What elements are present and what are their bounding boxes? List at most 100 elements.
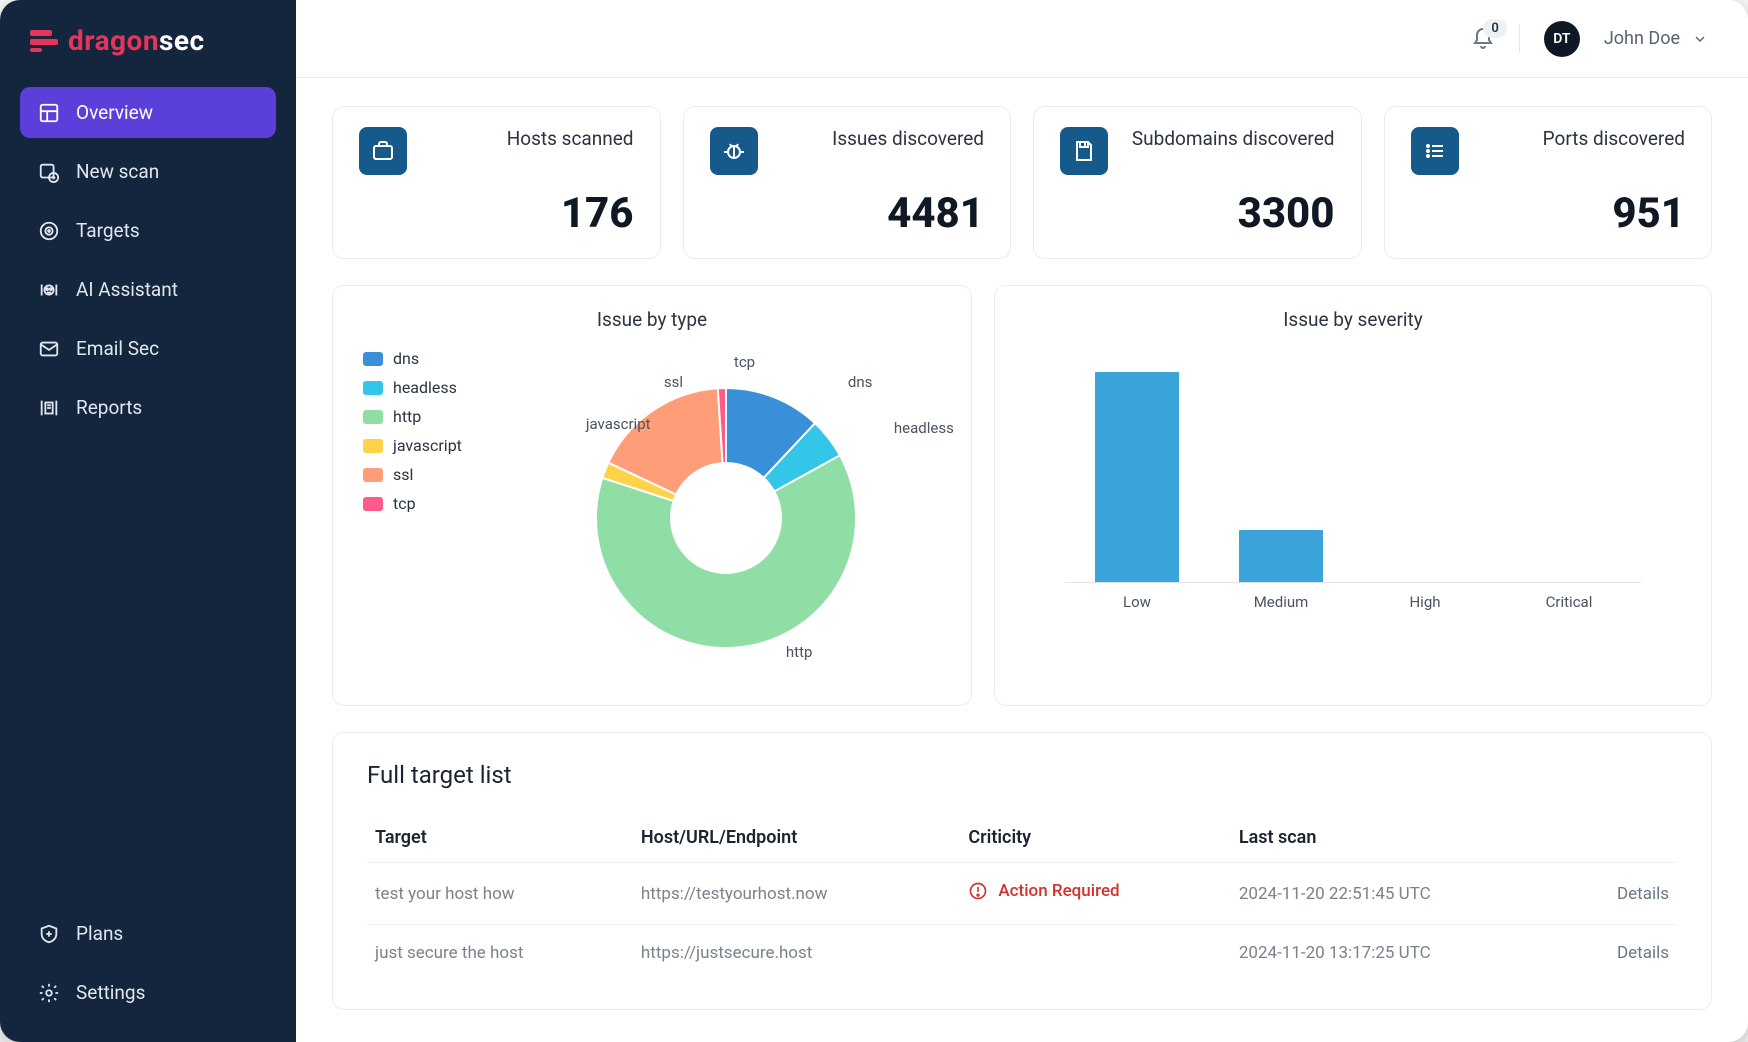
swatch-icon [363,381,383,395]
sidebar-item-targets[interactable]: Targets [20,205,276,256]
cell-host: https://justsecure.host [633,925,960,982]
stat-cards: Hosts scanned 176 Issues discovered 4481… [332,106,1712,259]
cell-target: test your host how [367,863,633,925]
bar-label: Critical [1527,593,1611,611]
settings-icon [38,982,60,1004]
bar-label: Low [1095,593,1179,611]
plans-icon [38,923,60,945]
legend-item: javascript [363,436,462,455]
stat-value: 3300 [1060,189,1335,238]
save-icon [1060,127,1108,175]
panel-title: Issue by type [363,308,941,331]
stat-card-hosts: Hosts scanned 176 [332,106,661,259]
sidebar-item-label: AI Assistant [76,278,178,301]
overview-icon [38,102,60,124]
sidebar-item-label: Settings [76,981,145,1004]
sidebar-item-label: New scan [76,160,159,183]
targets-table-panel: Full target list Target Host/URL/Endpoin… [332,732,1712,1010]
stat-card-ports: Ports discovered 951 [1384,106,1713,259]
stat-label: Hosts scanned [507,127,634,150]
sidebar-item-email-sec[interactable]: Email Sec [20,323,276,374]
primary-nav: Overview New scan Targets AI Assistant E… [20,87,276,433]
table-row: test your host how https://testyourhost.… [367,863,1677,925]
legend-item: ssl [363,465,462,484]
panel-title: Issue by severity [1025,308,1681,331]
brand-name: dragonsec [68,24,205,57]
main-area: 0 DT John Doe Hosts scanned 176 [296,0,1748,1042]
col-last-scan: Last scan [1231,813,1567,863]
donut-chart: tcp ssl javascript dns headless http [486,343,941,683]
bar-label: High [1383,593,1467,611]
reports-icon [38,397,60,419]
col-criticity: Criticity [960,813,1230,863]
bar [1239,530,1323,583]
sidebar-item-new-scan[interactable]: New scan [20,146,276,197]
sidebar-item-label: Plans [76,922,123,945]
slice-label: ssl [664,373,683,391]
issue-by-severity-panel: Issue by severity Low Medium High Critical [994,285,1712,706]
swatch-icon [363,468,383,482]
alert-circle-icon [968,881,988,901]
details-link[interactable]: Details [1567,925,1677,982]
targets-table: Target Host/URL/Endpoint Criticity Last … [367,813,1677,981]
bar-label: Medium [1239,593,1323,611]
secondary-nav: Plans Settings [20,908,276,1018]
cell-target: just secure the host [367,925,633,982]
col-host: Host/URL/Endpoint [633,813,960,863]
stat-value: 4481 [710,189,985,238]
notifications-button[interactable]: 0 [1471,27,1495,51]
stat-value: 176 [359,189,634,238]
col-target: Target [367,813,633,863]
sidebar-item-plans[interactable]: Plans [20,908,276,959]
avatar[interactable]: DT [1544,21,1580,57]
sidebar-item-settings[interactable]: Settings [20,967,276,1018]
legend-item: dns [363,349,462,368]
list-icon [1411,127,1459,175]
issue-by-type-panel: Issue by type dns headless http javascri… [332,285,972,706]
stat-card-issues: Issues discovered 4481 [683,106,1012,259]
ai-assistant-icon [38,279,60,301]
stat-value: 951 [1411,189,1686,238]
email-sec-icon [38,338,60,360]
bar-chart: Low Medium High Critical [1025,343,1681,643]
donut-legend: dns headless http javascript ssl tcp [363,343,462,683]
sidebar-item-ai-assistant[interactable]: AI Assistant [20,264,276,315]
divider [1519,25,1520,53]
content: Hosts scanned 176 Issues discovered 4481… [296,78,1748,1038]
cell-last-scan: 2024-11-20 22:51:45 UTC [1231,863,1567,925]
swatch-icon [363,439,383,453]
app-shell: dragonsec Overview New scan Targets AI A… [0,0,1748,1042]
sidebar-item-label: Overview [76,101,153,124]
slice-label: dns [848,373,873,391]
sidebar: dragonsec Overview New scan Targets AI A… [0,0,296,1042]
slice-label: javascript [586,415,651,433]
user-menu[interactable]: John Doe [1604,28,1708,49]
cell-criticity: Action Required [960,863,1230,925]
charts-row: Issue by type dns headless http javascri… [332,285,1712,706]
slice-label: http [786,643,813,661]
stat-label: Subdomains discovered [1132,127,1335,150]
cell-host: https://testyourhost.now [633,863,960,925]
table-row: just secure the host https://justsecure.… [367,925,1677,982]
slice-label: tcp [734,353,755,371]
cell-criticity [960,925,1230,982]
sidebar-item-label: Targets [76,219,140,242]
notification-badge: 0 [1483,19,1506,38]
brand-mark-icon [30,30,58,52]
topbar: 0 DT John Doe [296,0,1748,78]
stat-card-subdomains: Subdomains discovered 3300 [1033,106,1362,259]
swatch-icon [363,410,383,424]
user-name: John Doe [1604,28,1680,49]
targets-icon [38,220,60,242]
sidebar-item-reports[interactable]: Reports [20,382,276,433]
brand-logo: dragonsec [20,24,276,57]
sidebar-item-overview[interactable]: Overview [20,87,276,138]
swatch-icon [363,497,383,511]
chevron-down-icon [1692,31,1708,47]
legend-item: http [363,407,462,426]
stat-label: Issues discovered [832,127,984,150]
new-scan-icon [38,161,60,183]
legend-item: tcp [363,494,462,513]
slice-label: headless [894,419,954,437]
details-link[interactable]: Details [1567,863,1677,925]
